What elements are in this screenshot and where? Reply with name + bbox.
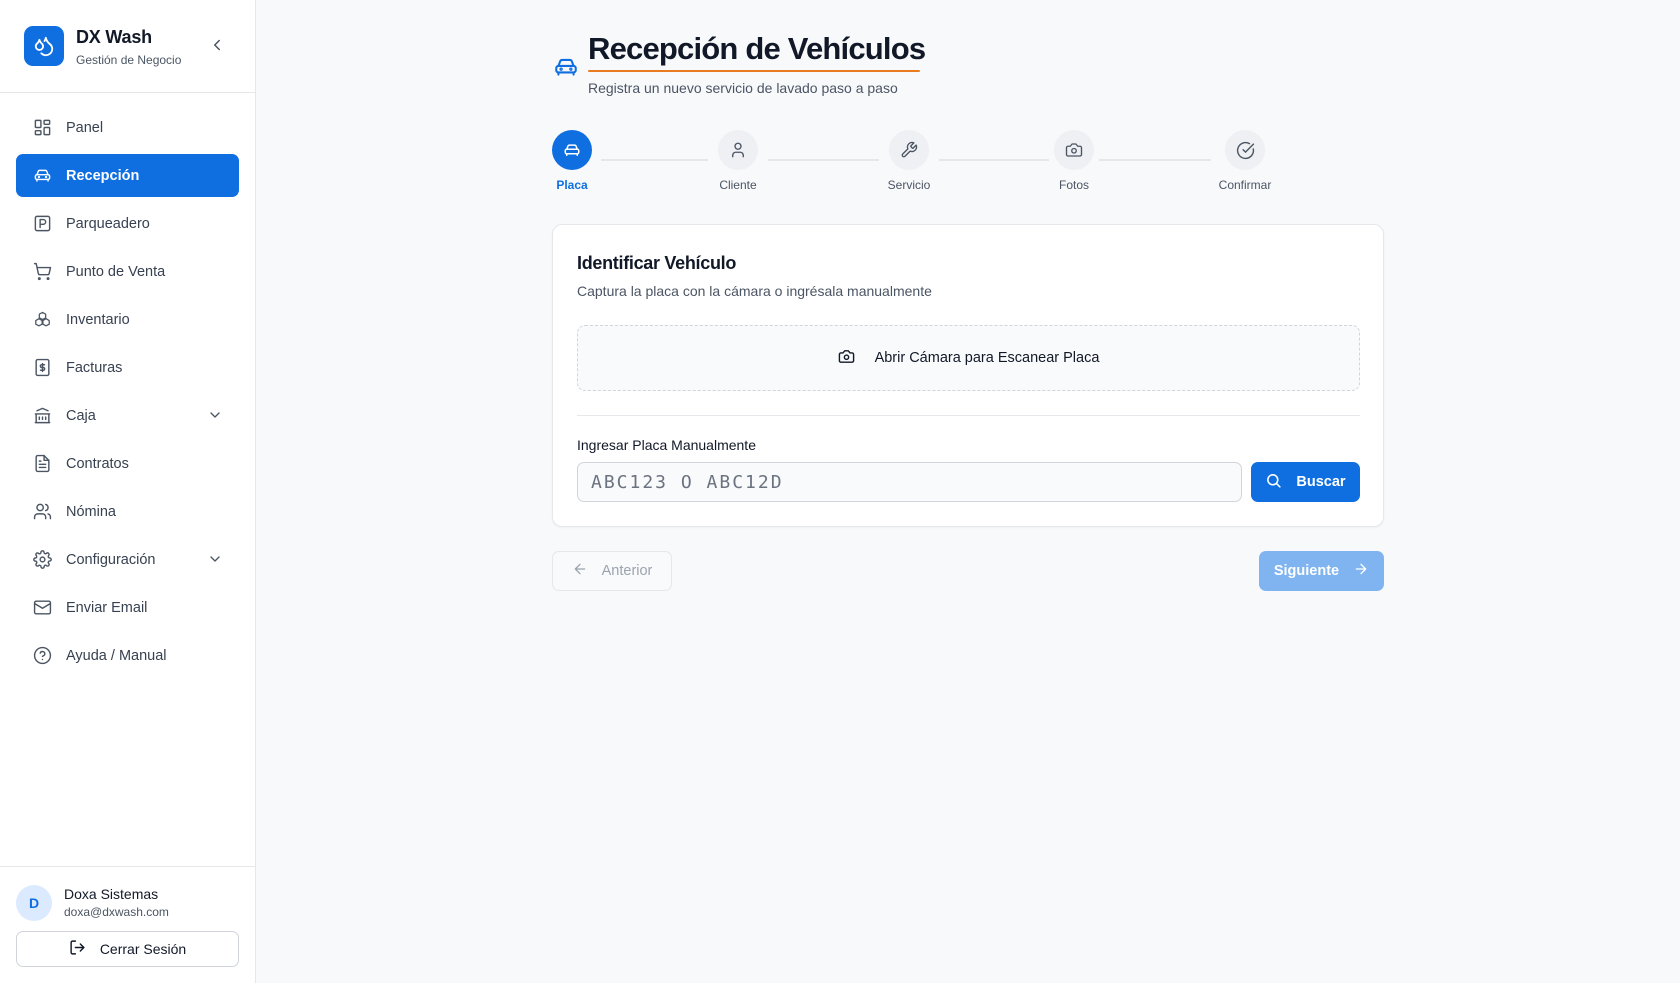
- cart-icon: [32, 262, 52, 282]
- step-servicio[interactable]: Servicio: [869, 130, 949, 192]
- car-icon: [32, 166, 52, 186]
- sidebar-item-caja[interactable]: Caja: [16, 394, 239, 437]
- sidebar-item-facturas[interactable]: Facturas: [16, 346, 239, 389]
- brand-name: DX Wash: [76, 27, 152, 47]
- stepper: Placa Cliente Servicio Fotos Confirmar: [552, 130, 1280, 192]
- logout-icon: [69, 939, 86, 959]
- camera-icon[interactable]: [1054, 130, 1094, 170]
- card-title: Identificar Vehículo: [577, 253, 737, 273]
- grid-icon: [32, 118, 52, 138]
- user-panel: D Doxa Sistemas doxa@dxwash.com Cerrar S…: [0, 866, 255, 983]
- camera-icon: [838, 348, 855, 369]
- chevron-down-icon[interactable]: [207, 407, 223, 423]
- user-icon[interactable]: [718, 130, 758, 170]
- car-icon: [553, 54, 579, 80]
- parking-icon: [32, 214, 52, 234]
- user-name: Doxa Sistemas: [64, 886, 159, 902]
- sidebar-item-panel[interactable]: Panel: [16, 106, 239, 149]
- help-icon: [32, 646, 52, 666]
- receipt-icon: [32, 358, 52, 378]
- search-label: Buscar: [1296, 474, 1346, 490]
- step-fotos[interactable]: Fotos: [1034, 130, 1114, 192]
- mail-icon: [32, 598, 52, 618]
- logout-label: Cerrar Sesión: [99, 941, 187, 957]
- page-subtitle: Registra un nuevo servicio de lavado pas…: [588, 80, 898, 96]
- open-camera-label: Abrir Cámara para Escanear Placa: [874, 350, 1100, 366]
- sidebar-item-label: Punto de Venta: [66, 263, 166, 280]
- gear-icon: [32, 550, 52, 570]
- next-label: Siguiente: [1273, 563, 1340, 579]
- car-icon[interactable]: [552, 130, 592, 170]
- manual-plate-label: Ingresar Placa Manualmente: [577, 437, 756, 453]
- next-button[interactable]: Siguiente: [1259, 551, 1384, 591]
- sidebar-item-label: Contratos: [66, 455, 129, 472]
- arrow-left-icon: [572, 561, 588, 581]
- sidebar-item-label: Parqueadero: [66, 215, 150, 232]
- file-icon: [32, 454, 52, 474]
- droplets-icon: [24, 26, 64, 66]
- sidebar-item-label: Nómina: [66, 503, 116, 520]
- brand-subtitle: Gestión de Negocio: [76, 53, 182, 67]
- bank-icon: [32, 406, 52, 426]
- logout-button[interactable]: Cerrar Sesión: [16, 931, 239, 967]
- sidebar-item-parqueadero[interactable]: Parqueadero: [16, 202, 239, 245]
- step-connector: [939, 159, 1049, 161]
- card-subtitle: Captura la placa con la cámara o ingrésa…: [577, 283, 932, 299]
- sidebar-item-label: Caja: [66, 407, 96, 424]
- identify-vehicle-card: Identificar Vehículo Captura la placa co…: [552, 224, 1384, 527]
- step-confirmar[interactable]: Confirmar: [1205, 130, 1285, 192]
- open-camera-button[interactable]: Abrir Cámara para Escanear Placa: [577, 325, 1360, 391]
- arrow-right-icon: [1353, 561, 1369, 581]
- sidebar-item-label: Panel: [66, 119, 104, 136]
- sidebar-item-label: Ayuda / Manual: [66, 647, 167, 664]
- step-connector: [1099, 159, 1211, 161]
- avatar: D: [16, 885, 52, 921]
- sidebar-item-ayuda[interactable]: Ayuda / Manual: [16, 634, 239, 677]
- step-placa[interactable]: Placa: [532, 130, 612, 192]
- sidebar-item-label: Facturas: [66, 359, 123, 376]
- sidebar-item-label: Recepción: [66, 167, 140, 184]
- sidebar-item-punto-de-venta[interactable]: Punto de Venta: [16, 250, 239, 293]
- chevron-left-icon[interactable]: [208, 36, 226, 54]
- step-cliente[interactable]: Cliente: [698, 130, 778, 192]
- step-label: Placa: [556, 178, 588, 192]
- step-connector: [768, 159, 879, 161]
- sidebar-item-configuracion[interactable]: Configuración: [16, 538, 239, 581]
- step-label: Servicio: [887, 178, 931, 192]
- plate-input[interactable]: [577, 462, 1242, 502]
- sidebar-nav: Panel Recepción Parqueadero Punto de Ven…: [16, 106, 239, 682]
- users-icon: [32, 502, 52, 522]
- sidebar-item-enviar-email[interactable]: Enviar Email: [16, 586, 239, 629]
- chevron-down-icon[interactable]: [207, 551, 223, 567]
- previous-button[interactable]: Anterior: [552, 551, 672, 591]
- sidebar-item-inventario[interactable]: Inventario: [16, 298, 239, 341]
- check-circle-icon[interactable]: [1225, 130, 1265, 170]
- step-label: Cliente: [719, 178, 757, 192]
- divider: [577, 415, 1360, 416]
- step-label: Confirmar: [1218, 178, 1272, 192]
- boxes-icon: [32, 310, 52, 330]
- brand-header: DX Wash Gestión de Negocio: [0, 0, 255, 93]
- sidebar-item-label: Enviar Email: [66, 599, 148, 616]
- sidebar-item-label: Inventario: [66, 311, 130, 328]
- user-email: doxa@dxwash.com: [64, 905, 169, 919]
- step-connector: [601, 159, 708, 161]
- search-icon: [1265, 472, 1282, 493]
- sidebar-item-recepcion[interactable]: Recepción: [16, 154, 239, 197]
- title-underline: [588, 70, 920, 72]
- sidebar: DX Wash Gestión de Negocio Panel Recepci…: [0, 0, 256, 983]
- sidebar-item-label: Configuración: [66, 551, 156, 568]
- search-button[interactable]: Buscar: [1251, 462, 1360, 502]
- wrench-icon[interactable]: [889, 130, 929, 170]
- sidebar-item-contratos[interactable]: Contratos: [16, 442, 239, 485]
- step-label: Fotos: [1058, 178, 1089, 192]
- sidebar-item-nomina[interactable]: Nómina: [16, 490, 239, 533]
- page-title: Recepción de Vehículos: [588, 31, 926, 66]
- previous-label: Anterior: [601, 563, 653, 579]
